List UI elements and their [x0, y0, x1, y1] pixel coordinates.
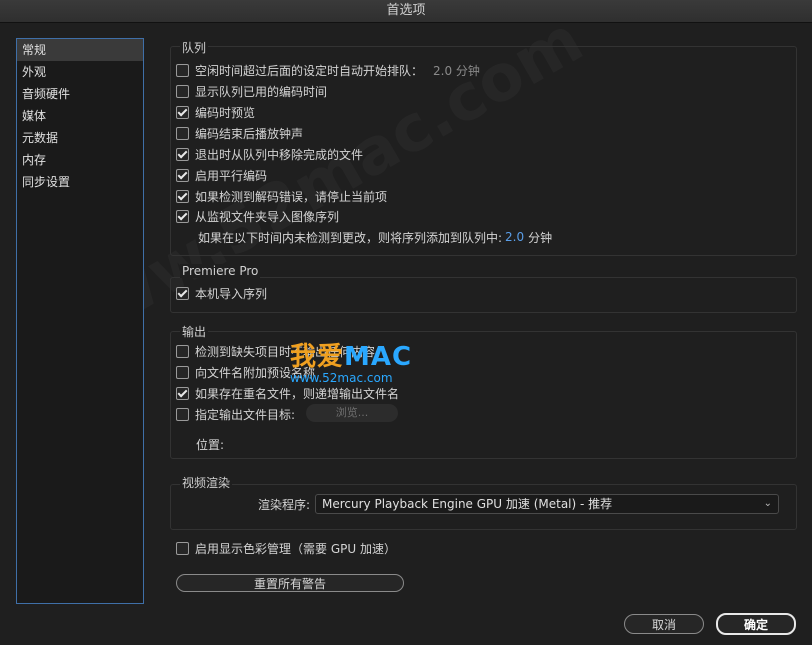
queue-option-auto-start[interactable]: 空闲时间超过后面的设定时自动开始排队： 2.0 分钟 [176, 61, 480, 79]
output-group-title: 输出 [180, 323, 209, 340]
output-option-specify-destination[interactable]: 指定输出文件目标: [176, 405, 295, 423]
queue-option-parallel[interactable]: 启用平行编码 [176, 166, 267, 184]
queue-option-remove-finished[interactable]: 退出时从队列中移除完成的文件 [176, 145, 363, 163]
stop-on-error-checkbox[interactable] [176, 189, 189, 203]
sidebar: 常规 外观 音频硬件 媒体 元数据 内存 同步设置 [16, 38, 144, 604]
specify-destination-checkbox[interactable] [176, 407, 189, 421]
queue-option-stop-on-error[interactable]: 如果检测到解码错误，请停止当前项 [176, 187, 387, 205]
chime-label: 编码结束后播放钟声 [195, 126, 304, 141]
auto-start-checkbox[interactable] [176, 63, 189, 77]
show-elapsed-checkbox[interactable] [176, 84, 189, 98]
queue-option-chime[interactable]: 编码结束后播放钟声 [176, 124, 303, 142]
renderer-label: 渲染程序: [258, 497, 311, 512]
output-option-increment-name[interactable]: 如果存在重名文件，则递增输出文件名 [176, 384, 399, 402]
sidebar-item-media[interactable]: 媒体 [17, 105, 143, 127]
window-title: 首选项 [0, 0, 812, 23]
import-sequence-label: 从监视文件夹导入图像序列 [195, 209, 340, 224]
sidebar-item-sync-settings[interactable]: 同步设置 [17, 171, 143, 193]
stop-on-error-label: 如果检测到解码错误，请停止当前项 [195, 189, 388, 204]
parallel-checkbox[interactable] [176, 168, 189, 182]
queue-group-title: 队列 [180, 39, 209, 56]
sidebar-item-general[interactable]: 常规 [17, 39, 143, 61]
render-group-title: 视频渲染 [180, 474, 233, 491]
ok-button[interactable]: 确定 [716, 613, 796, 635]
missing-items-checkbox[interactable] [176, 344, 189, 358]
native-import-checkbox[interactable] [176, 286, 189, 300]
specify-destination-label: 指定输出文件目标: [195, 407, 296, 422]
chevron-down-icon: ⌄ [763, 498, 772, 509]
detect-change-value[interactable]: 2.0 [505, 230, 524, 244]
color-management-label: 启用显示色彩管理（需要 GPU 加速） [195, 541, 396, 556]
detect-change-unit: 分钟 [528, 230, 553, 245]
sidebar-item-appearance[interactable]: 外观 [17, 61, 143, 83]
show-elapsed-label: 显示队列已用的编码时间 [195, 84, 328, 99]
import-sequence-checkbox[interactable] [176, 209, 189, 223]
renderer-select-value: Mercury Playback Engine GPU 加速 (Metal) -… [322, 497, 613, 511]
cancel-button[interactable]: 取消 [624, 614, 704, 634]
increment-name-label: 如果存在重名文件，则递增输出文件名 [195, 386, 400, 401]
queue-option-preview[interactable]: 编码时预览 [176, 103, 255, 121]
renderer-select[interactable]: Mercury Playback Engine GPU 加速 (Metal) -… [315, 494, 779, 514]
sidebar-item-memory[interactable]: 内存 [17, 149, 143, 171]
browse-button[interactable]: 浏览... [306, 404, 398, 422]
preview-label: 编码时预览 [195, 105, 256, 120]
watermark-url: www.52mac.com [290, 371, 393, 385]
watermark-logo: 我爱MAC www.52mac.com [290, 336, 412, 385]
location-label: 位置: [196, 437, 225, 452]
preview-checkbox[interactable] [176, 105, 189, 119]
increment-name-checkbox[interactable] [176, 386, 189, 400]
sidebar-item-metadata[interactable]: 元数据 [17, 127, 143, 149]
parallel-label: 启用平行编码 [195, 168, 268, 183]
premiere-option-native-import[interactable]: 本机导入序列 [176, 284, 267, 302]
watermark-brand-b: MAC [344, 342, 413, 372]
watermark-brand-a: 我爱 [290, 342, 345, 372]
queue-option-import-sequence[interactable]: 从监视文件夹导入图像序列 [176, 207, 339, 225]
auto-start-value[interactable]: 2.0 分钟 [433, 62, 480, 79]
native-import-label: 本机导入序列 [195, 286, 268, 301]
detect-change-label: 如果在以下时间内未检测到更改，则将序列添加到队列中: [198, 230, 503, 245]
sidebar-item-audio-hardware[interactable]: 音频硬件 [17, 83, 143, 105]
color-management-option[interactable]: 启用显示色彩管理（需要 GPU 加速） [176, 539, 396, 557]
reset-warnings-button[interactable]: 重置所有警告 [176, 574, 404, 592]
chime-checkbox[interactable] [176, 126, 189, 140]
premiere-group-title: Premiere Pro [180, 264, 261, 278]
detect-change-row: 如果在以下时间内未检测到更改，则将序列添加到队列中: 2.0 分钟 [198, 228, 552, 246]
append-preset-checkbox[interactable] [176, 365, 189, 379]
remove-finished-label: 退出时从队列中移除完成的文件 [195, 147, 364, 162]
queue-option-show-elapsed[interactable]: 显示队列已用的编码时间 [176, 82, 327, 100]
remove-finished-checkbox[interactable] [176, 147, 189, 161]
auto-start-label: 空闲时间超过后面的设定时自动开始排队： [195, 63, 424, 78]
color-management-checkbox[interactable] [176, 541, 189, 555]
